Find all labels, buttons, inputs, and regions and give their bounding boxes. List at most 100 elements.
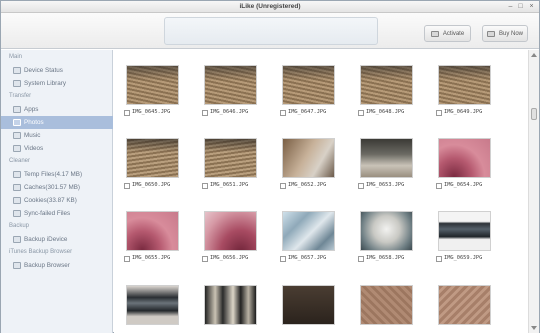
photo-item[interactable]: IMG_0649.JPG: [429, 65, 491, 129]
scrollbar[interactable]: [528, 50, 539, 333]
videos-icon: [13, 145, 21, 152]
close-icon[interactable]: ×: [527, 2, 536, 11]
photo-filename: IMG_0658.JPG: [366, 255, 405, 261]
photo-item[interactable]: IMG_0651.JPG: [195, 138, 257, 202]
scroll-thumb[interactable]: [531, 108, 537, 120]
sidebar-item-music[interactable]: Music: [1, 129, 113, 142]
photo-item[interactable]: IMG_0655.JPG: [117, 211, 179, 275]
toolbar: Activate Buy Now: [1, 13, 539, 49]
photo-filename: IMG_0654.JPG: [444, 182, 483, 188]
photo-item[interactable]: IMG_0650.JPG: [117, 138, 179, 202]
sidebar-item-backup-idevice[interactable]: Backup iDevice: [1, 233, 113, 246]
photo-checkbox[interactable]: [280, 110, 286, 116]
scroll-up-icon[interactable]: [531, 53, 537, 57]
photo-item[interactable]: IMG_0659.JPG: [429, 211, 491, 275]
photo-item[interactable]: IMG_0658.JPG: [351, 211, 413, 275]
title-bar: iLike (Unregistered) – □ ×: [1, 1, 539, 13]
photo-filename: IMG_0647.JPG: [288, 109, 327, 115]
activate-label: Activate: [442, 30, 465, 37]
photo-thumbnail[interactable]: [360, 65, 413, 105]
photo-thumbnail[interactable]: [360, 138, 413, 178]
sidebar-item-backup-browser[interactable]: Backup Browser: [1, 259, 113, 272]
photo-thumbnail[interactable]: [360, 211, 413, 251]
photo-thumbnail[interactable]: [204, 65, 257, 105]
photo-grid: IMG_0645.JPG IMG_0646.JPG IMG_0647.JPG IMG_…: [114, 50, 528, 333]
sidebar-item-cookies[interactable]: Cookies(33.87 KB): [1, 194, 113, 207]
photo-thumbnail[interactable]: [282, 285, 335, 325]
photo-filename: IMG_0652.JPG: [288, 182, 327, 188]
photo-thumbnail[interactable]: [204, 211, 257, 251]
sidebar-item-device-status[interactable]: Device Status: [1, 64, 113, 77]
buy-now-label: Buy Now: [498, 30, 523, 37]
photo-thumbnail[interactable]: [438, 211, 491, 251]
temp-files-icon: [13, 171, 21, 178]
photo-checkbox[interactable]: [436, 256, 442, 262]
photo-item[interactable]: IMG_0654.JPG: [429, 138, 491, 202]
sidebar: Main Device Status System Library Transf…: [1, 50, 113, 333]
sidebar-item-sync-failed[interactable]: Sync-failed Files: [1, 207, 113, 220]
section-cleaner: Cleaner: [9, 158, 31, 164]
backup-browser-icon: [13, 262, 21, 269]
photo-checkbox[interactable]: [124, 110, 130, 116]
photo-checkbox[interactable]: [436, 183, 442, 189]
sidebar-item-photos[interactable]: Photos: [1, 116, 113, 129]
sidebar-item-system-library[interactable]: System Library: [1, 77, 113, 90]
photo-checkbox[interactable]: [202, 256, 208, 262]
photo-thumbnail[interactable]: [360, 285, 413, 325]
photo-checkbox[interactable]: [358, 256, 364, 262]
app-window: iLike (Unregistered) – □ × Activate Buy …: [0, 0, 540, 333]
scroll-down-icon[interactable]: [531, 326, 537, 330]
sidebar-item-caches[interactable]: Caches(301.57 MB): [1, 181, 113, 194]
photo-filename: IMG_0657.JPG: [288, 255, 327, 261]
device-status-panel: [164, 17, 378, 45]
photo-thumbnail[interactable]: [438, 65, 491, 105]
photo-thumbnail[interactable]: [126, 65, 179, 105]
photo-checkbox[interactable]: [280, 256, 286, 262]
section-backup: Backup: [9, 223, 30, 229]
activate-button[interactable]: Activate: [424, 25, 471, 42]
photo-thumbnail[interactable]: [126, 285, 179, 325]
photo-item[interactable]: IMG_0657.JPG: [273, 211, 335, 275]
lock-icon: [430, 30, 439, 37]
photo-checkbox[interactable]: [202, 110, 208, 116]
photo-item[interactable]: IMG_0656.JPG: [195, 211, 257, 275]
photo-item[interactable]: [429, 285, 491, 333]
photo-item[interactable]: IMG_0646.JPG: [195, 65, 257, 129]
photo-item[interactable]: IMG_0647.JPG: [273, 65, 335, 129]
photo-thumbnail[interactable]: [282, 211, 335, 251]
sidebar-item-temp-files[interactable]: Temp Files(4.17 MB): [1, 168, 113, 181]
cookies-icon: [13, 197, 21, 204]
photo-thumbnail[interactable]: [204, 285, 257, 325]
photo-checkbox[interactable]: [280, 183, 286, 189]
photo-item[interactable]: IMG_0648.JPG: [351, 65, 413, 129]
buy-now-button[interactable]: Buy Now: [482, 25, 528, 42]
photo-checkbox[interactable]: [124, 256, 130, 262]
photos-icon: [13, 119, 21, 126]
minimize-icon[interactable]: –: [506, 2, 515, 11]
photo-thumbnail[interactable]: [438, 138, 491, 178]
photo-item[interactable]: [195, 285, 257, 333]
photo-thumbnail[interactable]: [282, 138, 335, 178]
photo-thumbnail[interactable]: [438, 285, 491, 325]
photo-checkbox[interactable]: [358, 110, 364, 116]
maximize-icon[interactable]: □: [516, 2, 525, 11]
photo-thumbnail[interactable]: [126, 138, 179, 178]
photo-checkbox[interactable]: [202, 183, 208, 189]
photo-filename: IMG_0655.JPG: [132, 255, 171, 261]
section-transfer: Transfer: [9, 93, 32, 99]
sidebar-item-apps[interactable]: Apps: [1, 103, 113, 116]
photo-item[interactable]: IMG_0652.JPG: [273, 138, 335, 202]
photo-item[interactable]: IMG_0653.JPG: [351, 138, 413, 202]
photo-item[interactable]: [273, 285, 335, 333]
photo-checkbox[interactable]: [358, 183, 364, 189]
photo-thumbnail[interactable]: [126, 211, 179, 251]
photo-thumbnail[interactable]: [282, 65, 335, 105]
photo-thumbnail[interactable]: [204, 138, 257, 178]
sidebar-item-videos[interactable]: Videos: [1, 142, 113, 155]
photo-item[interactable]: [117, 285, 179, 333]
photo-checkbox[interactable]: [124, 183, 130, 189]
photo-item[interactable]: [351, 285, 413, 333]
photo-item[interactable]: IMG_0645.JPG: [117, 65, 179, 129]
photo-checkbox[interactable]: [436, 110, 442, 116]
apps-icon: [13, 106, 21, 113]
